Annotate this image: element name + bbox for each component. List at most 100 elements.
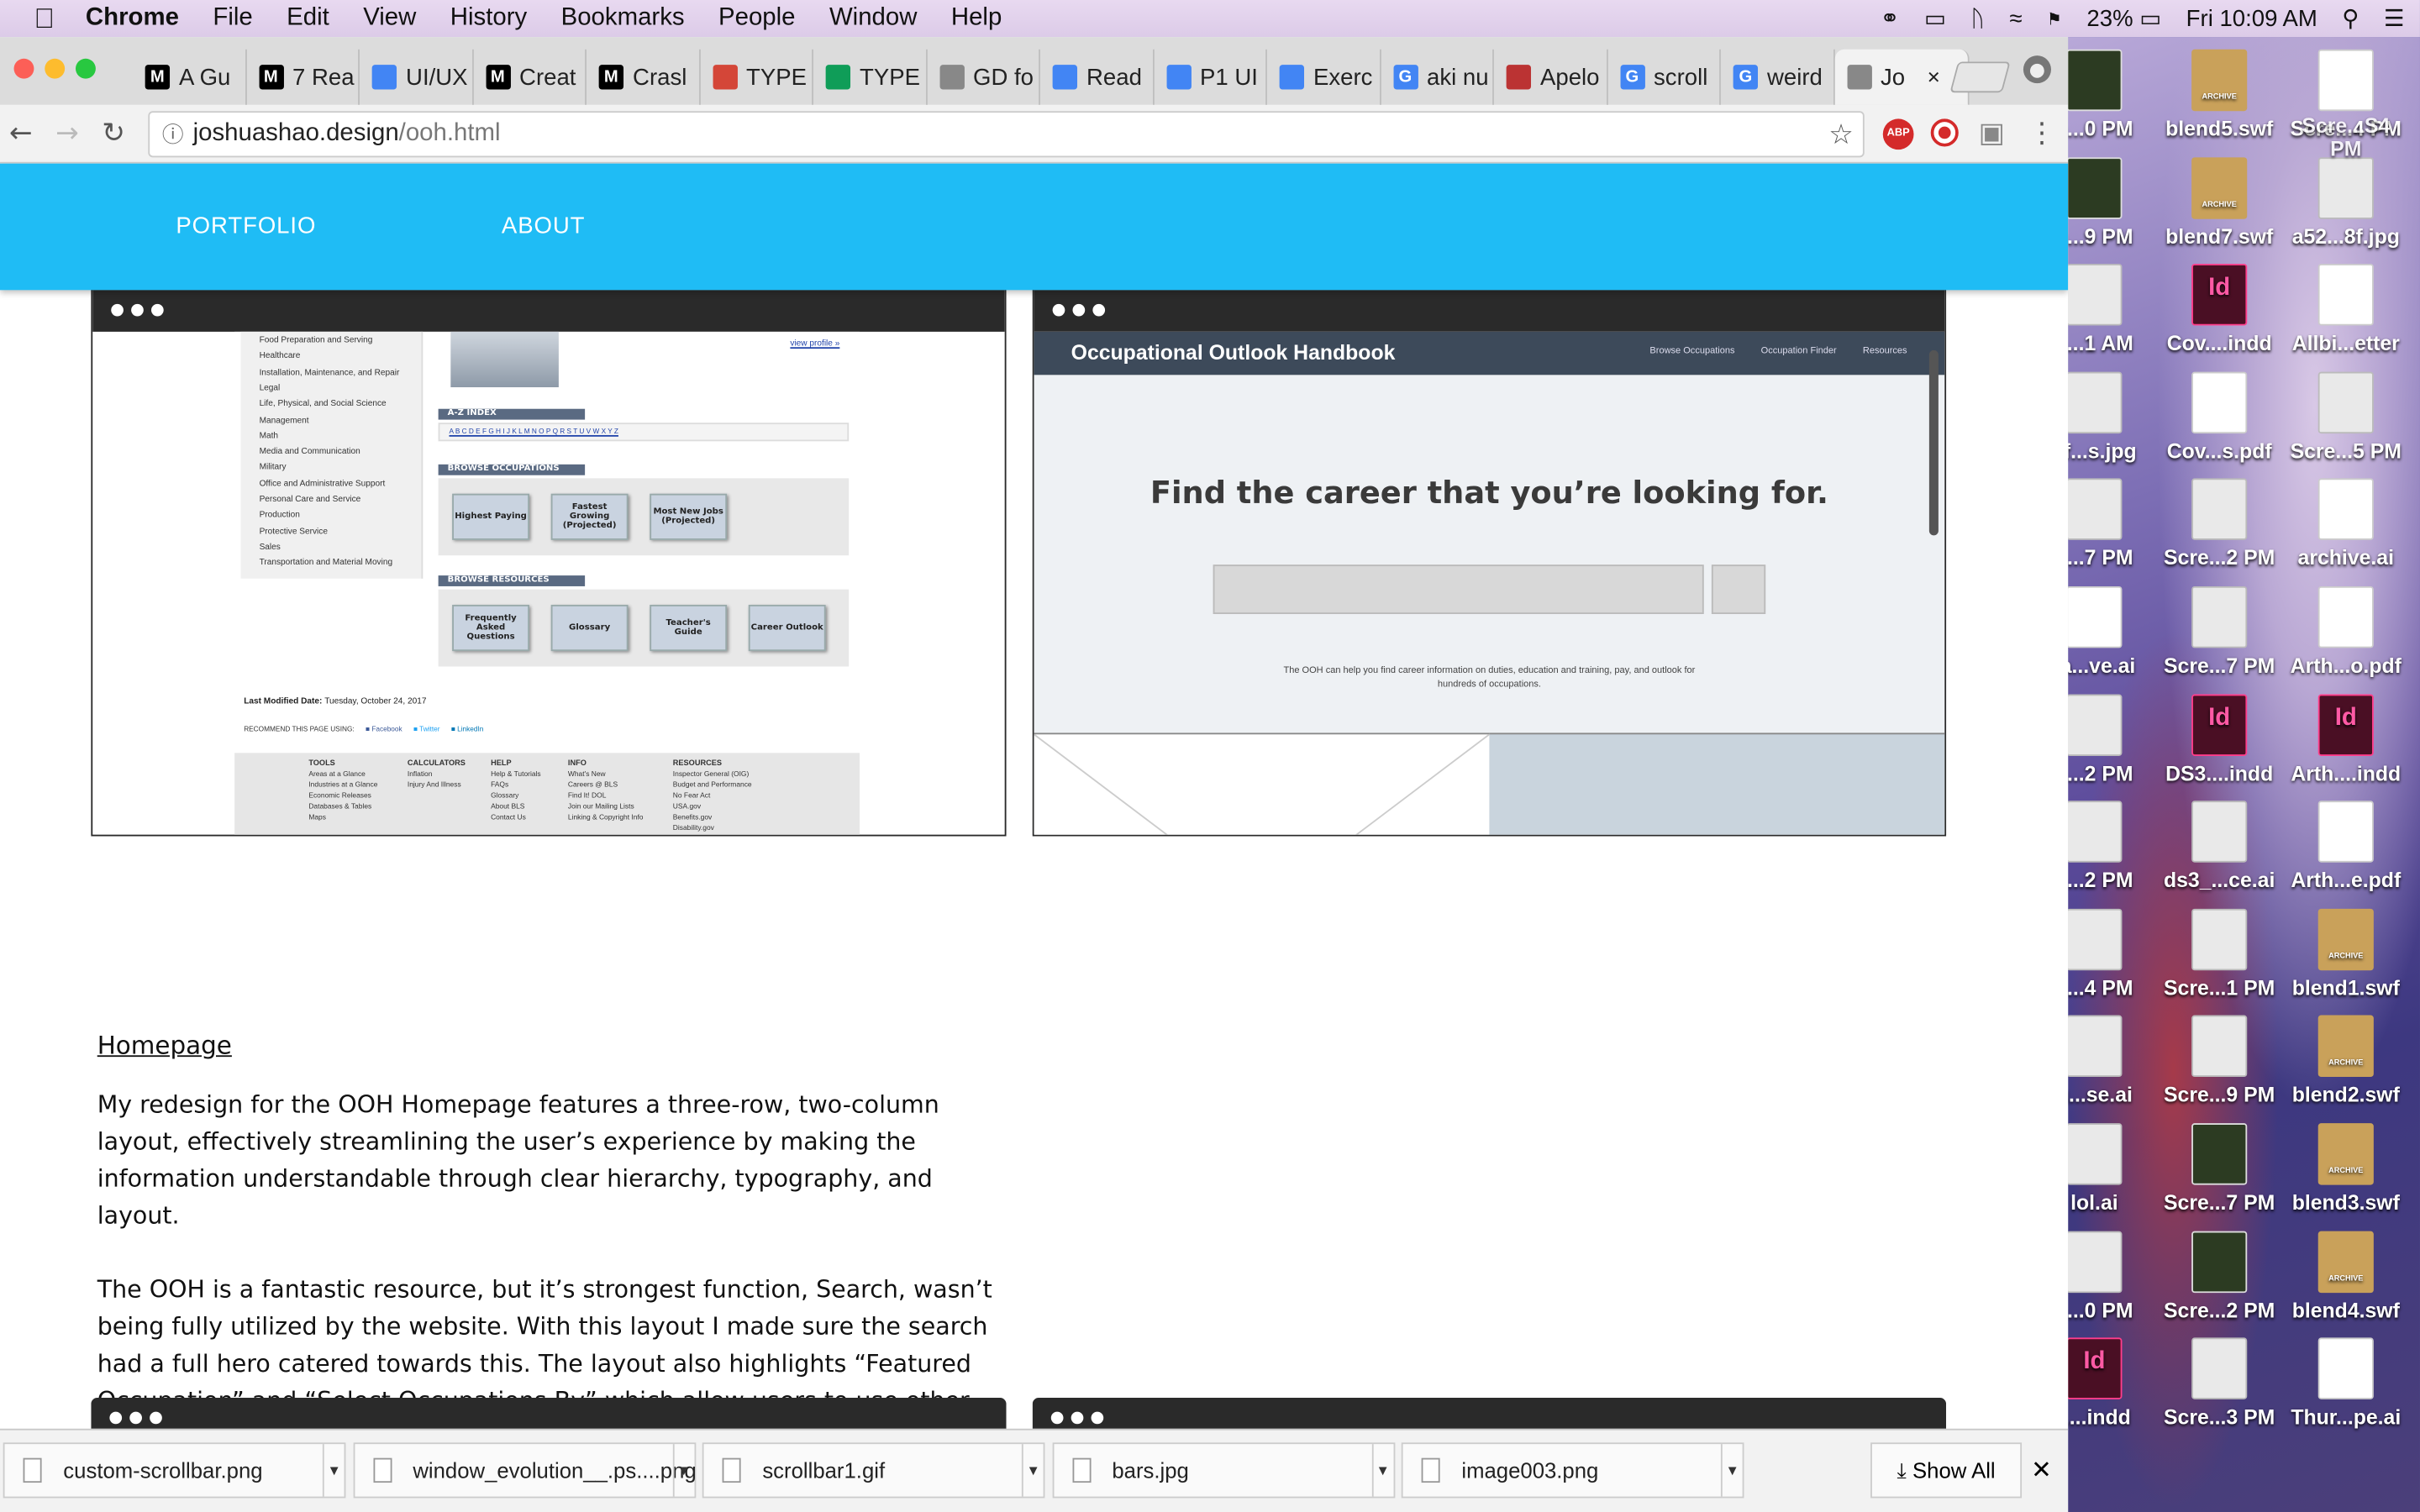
app-menu[interactable]: Chrome: [86, 5, 179, 33]
footer-link[interactable]: Join our Mailing Lists: [568, 802, 634, 810]
footer-link[interactable]: Databases & Tables: [308, 802, 371, 810]
footer-link[interactable]: Disability.gov: [673, 824, 714, 832]
tab-14[interactable]: Gweird: [1721, 49, 1834, 105]
nav-occupation-finder[interactable]: Occupation Finder: [1761, 347, 1837, 356]
new-tab-button[interactable]: [1949, 61, 2011, 93]
desktop-file-icon[interactable]: blend7.swf: [2158, 156, 2281, 248]
menu-window[interactable]: Window: [829, 5, 918, 33]
az-letters[interactable]: A B C D E F G H I J K L M N O P Q R S T …: [449, 428, 618, 435]
footer-link[interactable]: Glossary: [491, 791, 518, 799]
category-link[interactable]: Installation, Maintenance, and Repair: [260, 368, 400, 377]
tab-9[interactable]: P1 UI: [1154, 49, 1267, 105]
nav-browse-occupations[interactable]: Browse Occupations: [1649, 347, 1734, 356]
desktop-file-icon[interactable]: Scre...1 PM: [2158, 908, 2281, 1000]
category-link[interactable]: Legal: [260, 384, 281, 393]
search-button[interactable]: [1711, 564, 1766, 615]
footer-link[interactable]: Inspector General (OIG): [673, 770, 750, 778]
download-menu-icon[interactable]: ▼: [322, 1444, 345, 1497]
desktop-file-icon[interactable]: Thur...pe.ai: [2284, 1337, 2407, 1429]
footer-link[interactable]: Economic Releases: [308, 791, 371, 799]
footer-link[interactable]: Budget and Performance: [673, 780, 752, 788]
menu-file[interactable]: File: [213, 5, 252, 33]
back-icon[interactable]: ←: [9, 118, 33, 150]
address-bar[interactable]: ⓘ joshuashao.design/ooh.html ☆: [148, 111, 1865, 158]
search-input[interactable]: [1213, 564, 1704, 615]
airplay-icon[interactable]: ▭: [1924, 5, 1946, 32]
desktop-file-icon[interactable]: Scre...2 PM: [2158, 479, 2281, 570]
download-item[interactable]: window_evolution__.ps....png ▼: [352, 1442, 697, 1499]
camera-extension-icon[interactable]: ▣: [1979, 118, 2005, 150]
footer-link[interactable]: Contact Us: [491, 813, 526, 821]
wifi-icon[interactable]: ≈: [2009, 5, 2022, 31]
category-link[interactable]: Military: [260, 464, 287, 473]
footer-link[interactable]: Linking & Copyright Info: [568, 813, 644, 821]
fastest-growing-button[interactable]: Fastest Growing (Projected): [550, 493, 629, 540]
category-link[interactable]: Life, Physical, and Social Science: [260, 400, 387, 409]
close-tab-icon[interactable]: ✕: [1927, 67, 1941, 87]
tab-5[interactable]: TYPE: [700, 49, 813, 105]
info-icon[interactable]: ⓘ: [162, 113, 184, 155]
tab-7[interactable]: GD fo: [927, 49, 1040, 105]
desktop-file-icon[interactable]: Scre...7 PM: [2158, 1123, 2281, 1214]
footer-link[interactable]: Injury And Illness: [408, 780, 461, 788]
download-menu-icon[interactable]: ▼: [671, 1444, 694, 1497]
highest-paying-button[interactable]: Highest Paying: [452, 493, 529, 540]
clock[interactable]: Fri 10:09 AM: [2186, 5, 2317, 31]
desktop-file-icon[interactable]: Id Arth....indd: [2284, 693, 2407, 785]
chrome-menu-icon[interactable]: ⋮: [2028, 118, 2055, 150]
most-new-jobs-button[interactable]: Most New Jobs (Projected): [650, 493, 728, 540]
adblock-icon[interactable]: ABP: [1882, 118, 1914, 150]
desktop-file-icon[interactable]: Id DS3....indd: [2158, 693, 2281, 785]
battery-status[interactable]: 23% ▭: [2086, 5, 2161, 32]
footer-link[interactable]: Help & Tutorials: [491, 770, 541, 778]
show-all-button[interactable]: ⤓ Show All: [1870, 1442, 2023, 1499]
footer-link[interactable]: About BLS: [491, 802, 524, 810]
creative-cloud-icon[interactable]: ⚭: [1881, 5, 1900, 32]
category-link[interactable]: Protective Service: [260, 527, 328, 536]
download-menu-icon[interactable]: ▼: [1720, 1444, 1743, 1497]
menu-people[interactable]: People: [718, 5, 796, 33]
download-item[interactable]: bars.jpg ▼: [1051, 1442, 1395, 1499]
desktop-file-icon[interactable]: Scre...9 PM: [2158, 1016, 2281, 1107]
desktop-file-icon[interactable]: blend2.swf: [2284, 1016, 2407, 1107]
category-link[interactable]: Personal Care and Service: [260, 496, 361, 505]
bluetooth-icon[interactable]: ᚢ: [1970, 5, 1985, 31]
footer-link[interactable]: Careers @ BLS: [568, 780, 618, 788]
tab-2[interactable]: UI/UX: [360, 49, 473, 105]
nav-portfolio[interactable]: PORTFOLIO: [176, 213, 316, 239]
footer-link[interactable]: Find It! DOL: [568, 791, 606, 799]
category-link[interactable]: Office and Administrative Support: [260, 480, 386, 489]
desktop-file-icon[interactable]: Cov...s.pdf: [2158, 371, 2281, 463]
desktop-file-icon[interactable]: blend4.swf: [2284, 1230, 2407, 1321]
minimize-window-button[interactable]: [45, 58, 66, 79]
category-link[interactable]: Transportation and Material Moving: [260, 559, 393, 568]
desktop-file-icon[interactable]: archive.ai: [2284, 479, 2407, 570]
category-link[interactable]: Healthcare: [260, 352, 301, 361]
faq-button[interactable]: Frequently Asked Questions: [452, 604, 529, 652]
desktop-file-icon[interactable]: Arth...o.pdf: [2284, 585, 2407, 677]
download-item[interactable]: image003.png ▼: [1401, 1442, 1744, 1499]
section-caption-homepage[interactable]: Homepage: [97, 1031, 232, 1060]
category-link[interactable]: Management: [260, 416, 309, 425]
desktop-file-icon[interactable]: Scre...2 PM: [2158, 1230, 2281, 1321]
desktop-file-icon[interactable]: blend3.swf: [2284, 1123, 2407, 1214]
flag-icon[interactable]: ⚑: [2047, 8, 2062, 29]
tab-6[interactable]: TYPE: [813, 49, 927, 105]
forward-icon[interactable]: →: [55, 118, 79, 150]
desktop-file-icon[interactable]: Scre...5 PM: [2284, 371, 2407, 463]
tab-0[interactable]: M A Gu: [133, 49, 246, 105]
footer-link[interactable]: USA.gov: [673, 802, 701, 810]
footer-link[interactable]: Areas at a Glance: [308, 770, 366, 778]
teachers-guide-button[interactable]: Teacher's Guide: [650, 604, 728, 652]
tab-3[interactable]: M Creat: [473, 49, 587, 105]
category-link[interactable]: Food Preparation and Serving: [260, 336, 373, 345]
glossary-button[interactable]: Glossary: [550, 604, 629, 652]
desktop-file-icon[interactable]: ds3_...ce.ai: [2158, 801, 2281, 892]
bookmark-star-icon[interactable]: ☆: [1828, 113, 1854, 155]
desktop-file-icon[interactable]: a52...8f.jpg: [2284, 156, 2407, 248]
desktop-file-icon[interactable]: blend5.swf: [2158, 49, 2281, 140]
nav-about[interactable]: ABOUT: [502, 213, 586, 239]
tab-12[interactable]: Apelo: [1494, 49, 1607, 105]
download-menu-icon[interactable]: ▼: [1370, 1444, 1393, 1497]
tab-1[interactable]: M 7 Rea: [246, 49, 360, 105]
